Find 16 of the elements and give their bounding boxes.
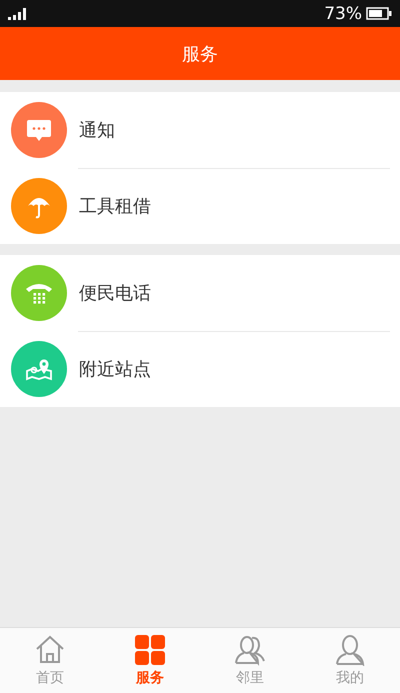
page-title: 服务 xyxy=(182,42,218,66)
battery-percent: 73% xyxy=(324,4,362,24)
map-icon[interactable] xyxy=(11,341,67,397)
menu-item[interactable]: 附近站点 xyxy=(79,357,151,381)
signal-icon xyxy=(8,8,28,20)
grid-icon xyxy=(134,634,166,666)
home-icon xyxy=(34,634,66,666)
person-icon xyxy=(334,634,366,666)
battery-icon xyxy=(366,7,392,20)
menu-item[interactable]: 工具租借 xyxy=(79,194,151,218)
umbrella-icon[interactable] xyxy=(11,178,67,234)
message-icon[interactable] xyxy=(11,102,67,158)
menu-item[interactable]: 通知 xyxy=(79,118,115,142)
people-icon xyxy=(234,634,266,666)
phone-icon[interactable] xyxy=(11,265,67,321)
menu-item[interactable]: 便民电话 xyxy=(79,281,151,305)
